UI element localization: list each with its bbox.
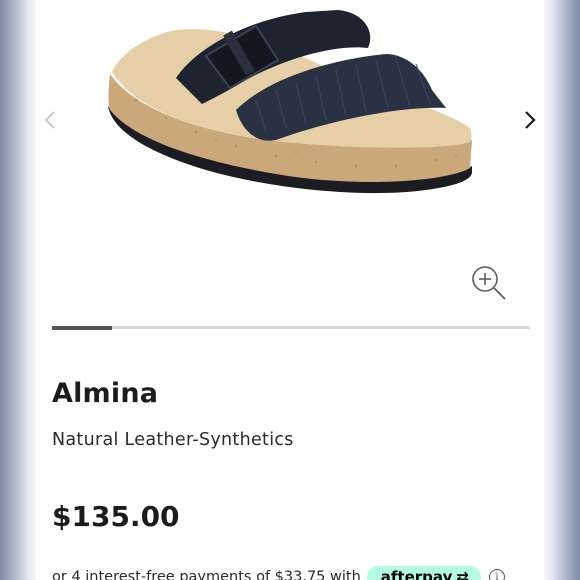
- info-icon[interactable]: i: [488, 569, 505, 580]
- product-material: Natural Leather-Synthetics: [52, 430, 294, 450]
- product-card: Almina Natural Leather-Synthetics $135.0…: [36, 0, 544, 580]
- carousel-progress-track: [52, 325, 530, 330]
- installment-message: or 4 interest-free payments of $33.75 wi…: [52, 566, 505, 580]
- product-price: $135.00: [52, 500, 180, 533]
- sandal-illustration: [108, 10, 472, 194]
- afterpay-label: afterpay: [380, 568, 453, 580]
- zoom-in-icon: [470, 266, 508, 306]
- installment-text: or 4 interest-free payments of $33.75 wi…: [52, 569, 361, 580]
- product-image[interactable]: [106, 0, 486, 210]
- afterpay-arrows-icon: ⇄: [456, 568, 469, 580]
- carousel-prev-button[interactable]: [36, 108, 64, 136]
- carousel-progress-fill: [52, 325, 112, 330]
- carousel-next-button[interactable]: [516, 108, 544, 136]
- zoom-button[interactable]: [470, 264, 508, 302]
- product-title: Almina: [52, 378, 159, 409]
- chevron-right-icon: [523, 109, 537, 135]
- afterpay-button[interactable]: afterpay ⇄: [366, 566, 481, 580]
- chevron-left-icon: [43, 109, 57, 135]
